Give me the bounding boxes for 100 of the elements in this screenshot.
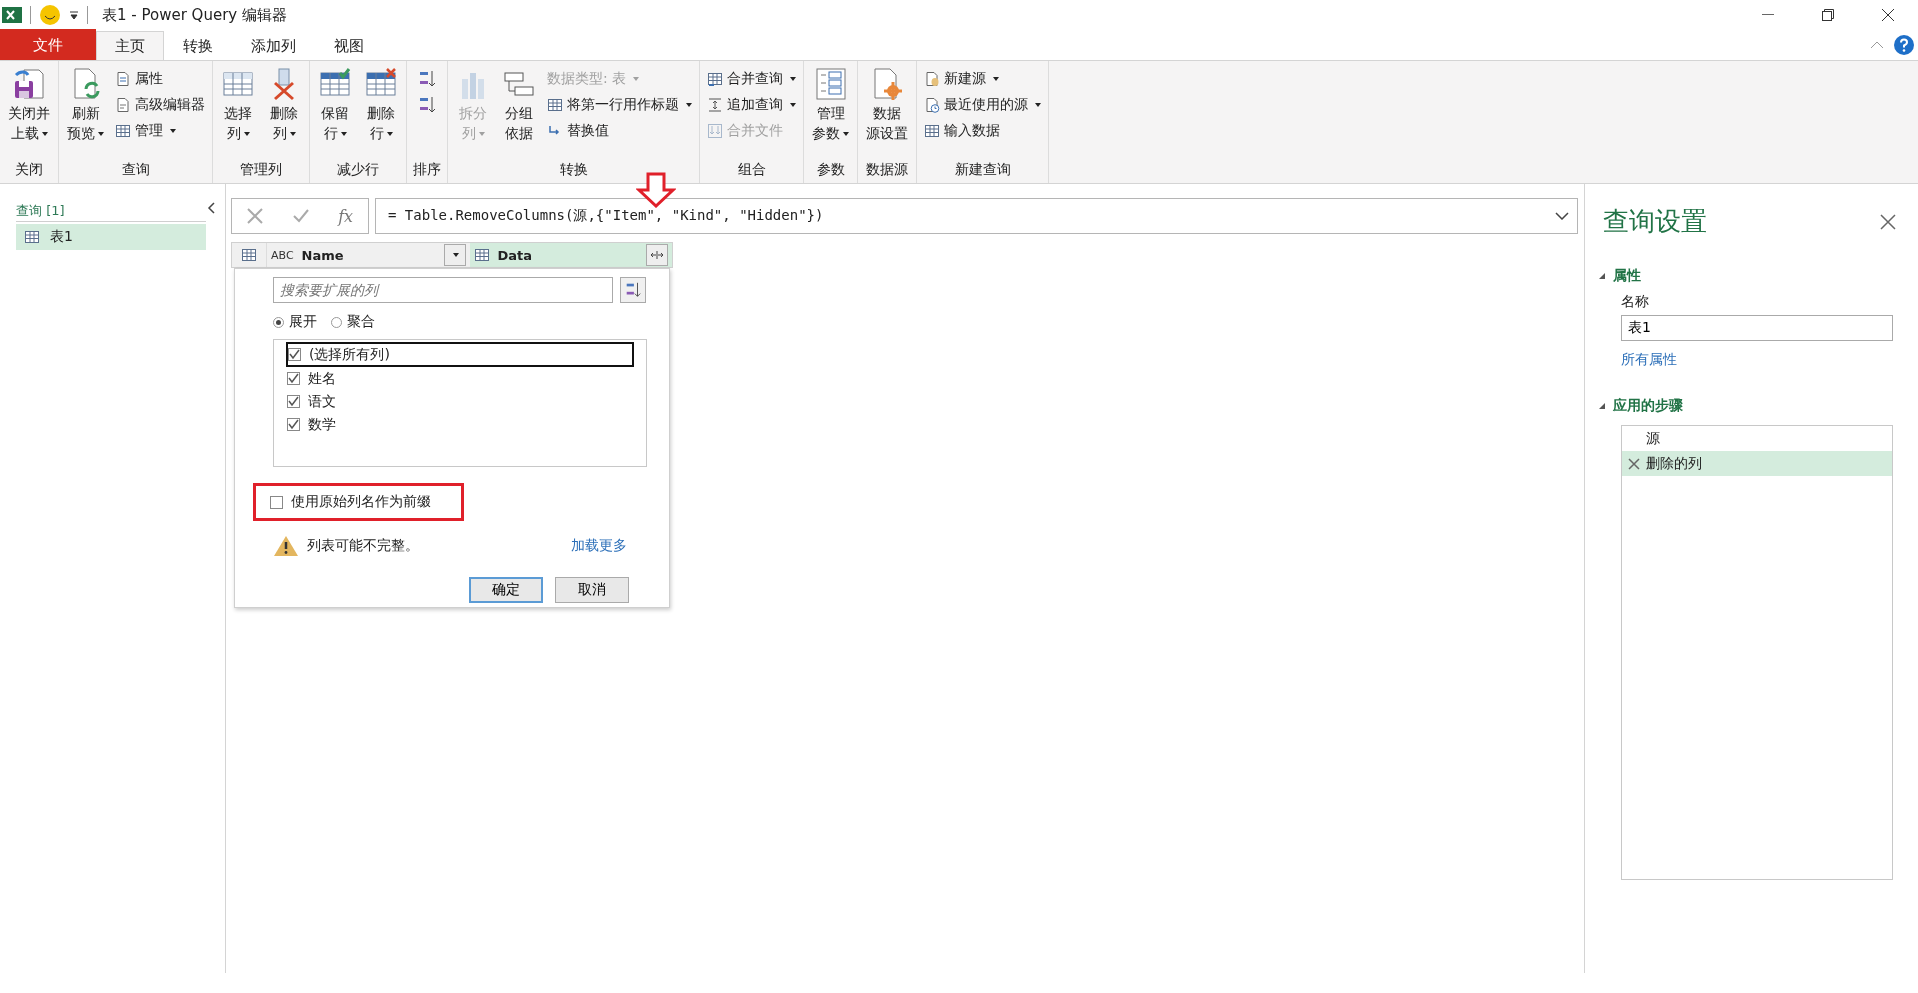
- ribbon-tab[interactable]: 视图: [315, 31, 383, 60]
- save-icon: [12, 67, 46, 101]
- group-label: 转换: [558, 161, 589, 179]
- ribbon-button[interactable]: 关闭并 上载: [4, 65, 54, 161]
- ribbon-button[interactable]: 合并查询: [704, 67, 799, 91]
- check-icon: [288, 373, 299, 384]
- merge-icon: [707, 71, 723, 87]
- prefix-checkbox[interactable]: 使用原始列名作为前缀: [253, 483, 464, 521]
- help-icon[interactable]: [1894, 35, 1914, 55]
- warning-icon: [273, 535, 299, 557]
- all-properties-link[interactable]: 所有属性: [1621, 351, 1677, 369]
- ribbon-button[interactable]: 保留 行: [314, 65, 356, 161]
- check-icon[interactable]: [292, 209, 309, 223]
- column-checkbox[interactable]: (选择所有列): [286, 342, 634, 367]
- minimize-icon[interactable]: [1762, 14, 1774, 16]
- close-icon[interactable]: [1881, 8, 1895, 22]
- ribbon-tab[interactable]: 添加列: [232, 31, 315, 60]
- search-field[interactable]: 搜索要扩展的列: [273, 277, 613, 303]
- collapse-ribbon-icon[interactable]: [1870, 41, 1884, 49]
- customize-menu-icon[interactable]: [69, 10, 79, 20]
- close-icon[interactable]: [1880, 214, 1896, 230]
- group-label: 查询: [120, 161, 151, 179]
- table-icon: [24, 229, 40, 245]
- step-item[interactable]: 源: [1622, 426, 1892, 451]
- name-field[interactable]: 表1: [1621, 315, 1893, 341]
- smiley-icon[interactable]: [39, 4, 61, 26]
- restore-icon[interactable]: [1822, 9, 1834, 21]
- table-menu-icon: [241, 247, 257, 263]
- ribbon-button[interactable]: 刷新 预览: [63, 65, 108, 161]
- ribbon-button[interactable]: 追加查询: [704, 93, 799, 117]
- ribbon-button[interactable]: 替换值: [544, 119, 695, 143]
- ribbon-button[interactable]: 新建源: [921, 67, 1044, 91]
- group-label: 减少行: [336, 161, 380, 179]
- ribbon-button[interactable]: 数据 源设置: [862, 65, 912, 161]
- collapse-icon[interactable]: [207, 202, 215, 214]
- combine-files-icon: [707, 123, 723, 139]
- column-checkbox[interactable]: 姓名: [286, 367, 634, 390]
- expand-formula-icon[interactable]: [1555, 212, 1569, 220]
- ribbon-button[interactable]: 管理 参数: [808, 65, 853, 161]
- group-label: 管理列: [239, 161, 283, 179]
- column-header[interactable]: Data: [469, 243, 672, 267]
- document-icon: [115, 97, 131, 113]
- ribbon-button[interactable]: 属性: [112, 67, 208, 91]
- ribbon-button[interactable]: 将第一行用作标题: [544, 93, 695, 117]
- sort-button[interactable]: [620, 277, 646, 303]
- warning-text: 列表可能不完整。: [307, 537, 419, 555]
- database-document-icon: [924, 71, 940, 87]
- panel-title: 查询设置: [1603, 205, 1707, 238]
- ribbon-button[interactable]: 输入数据: [921, 119, 1044, 143]
- dialog-button[interactable]: 取消: [555, 577, 629, 603]
- append-icon: [707, 97, 723, 113]
- ribbon-button[interactable]: 高级编辑器: [112, 93, 208, 117]
- sort-descending-icon[interactable]: [417, 95, 437, 115]
- group-label: 参数: [815, 161, 846, 179]
- column-checkbox[interactable]: 数学: [286, 413, 634, 436]
- radio-label[interactable]: 展开: [289, 313, 317, 331]
- list-icon: [813, 67, 848, 101]
- delete-step-icon[interactable]: [1628, 457, 1640, 470]
- column-checkbox[interactable]: 语文: [286, 390, 634, 413]
- name-label: 名称: [1621, 293, 1650, 311]
- sort-icon: [624, 281, 642, 299]
- table-icon: [473, 247, 490, 263]
- query-item[interactable]: 表1: [16, 224, 206, 250]
- column-header[interactable]: ABC Name: [267, 243, 470, 267]
- section-header[interactable]: 应用的步骤: [1599, 397, 1896, 415]
- section-header[interactable]: 属性: [1599, 267, 1896, 285]
- group-label: 数据源: [865, 161, 909, 179]
- group-label: 关闭: [14, 161, 44, 179]
- check-icon: [288, 419, 299, 430]
- check-icon: [289, 349, 300, 360]
- load-more-link[interactable]: 加载更多: [571, 537, 627, 555]
- group-label: 排序: [412, 161, 442, 179]
- queries-header: 查询 [1]: [16, 202, 206, 222]
- formula-field[interactable]: = Table.RemoveColumns(源,{"Item", "Kind", "Hidden"}): [375, 198, 1578, 234]
- table-icon: [924, 123, 940, 139]
- ribbon-tab[interactable]: 主页: [96, 31, 164, 60]
- dialog-button[interactable]: 确定: [469, 577, 543, 603]
- clock-document-icon: [924, 97, 940, 113]
- window-title: 表1 - Power Query 编辑器: [102, 5, 287, 25]
- function-button[interactable]: fx: [338, 206, 354, 226]
- sort-ascending-icon[interactable]: [417, 69, 437, 89]
- check-icon: [288, 396, 299, 407]
- ribbon-button[interactable]: 最近使用的源: [921, 93, 1044, 117]
- ribbon-button[interactable]: 分组 依据: [498, 65, 540, 161]
- group-label: 组合: [736, 161, 767, 179]
- ribbon-tab[interactable]: 转换: [164, 31, 232, 60]
- properties-icon: [115, 71, 131, 87]
- file-tab[interactable]: 文件: [0, 29, 96, 60]
- filter-button[interactable]: [443, 244, 466, 266]
- group-label: 新建查询: [953, 161, 1012, 179]
- expand-icon: [650, 250, 664, 260]
- expand-button[interactable]: [646, 244, 668, 266]
- ribbon-button[interactable]: 管理: [112, 119, 208, 143]
- ribbon-button[interactable]: 删除 行: [360, 65, 402, 161]
- table-icon: [547, 97, 563, 113]
- table-icon: [115, 123, 131, 139]
- step-item[interactable]: 删除的列: [1622, 451, 1892, 476]
- ribbon-button[interactable]: 删除 列: [263, 65, 305, 161]
- ribbon-button[interactable]: 选择 列: [217, 65, 259, 161]
- radio-label[interactable]: 聚合: [347, 313, 375, 331]
